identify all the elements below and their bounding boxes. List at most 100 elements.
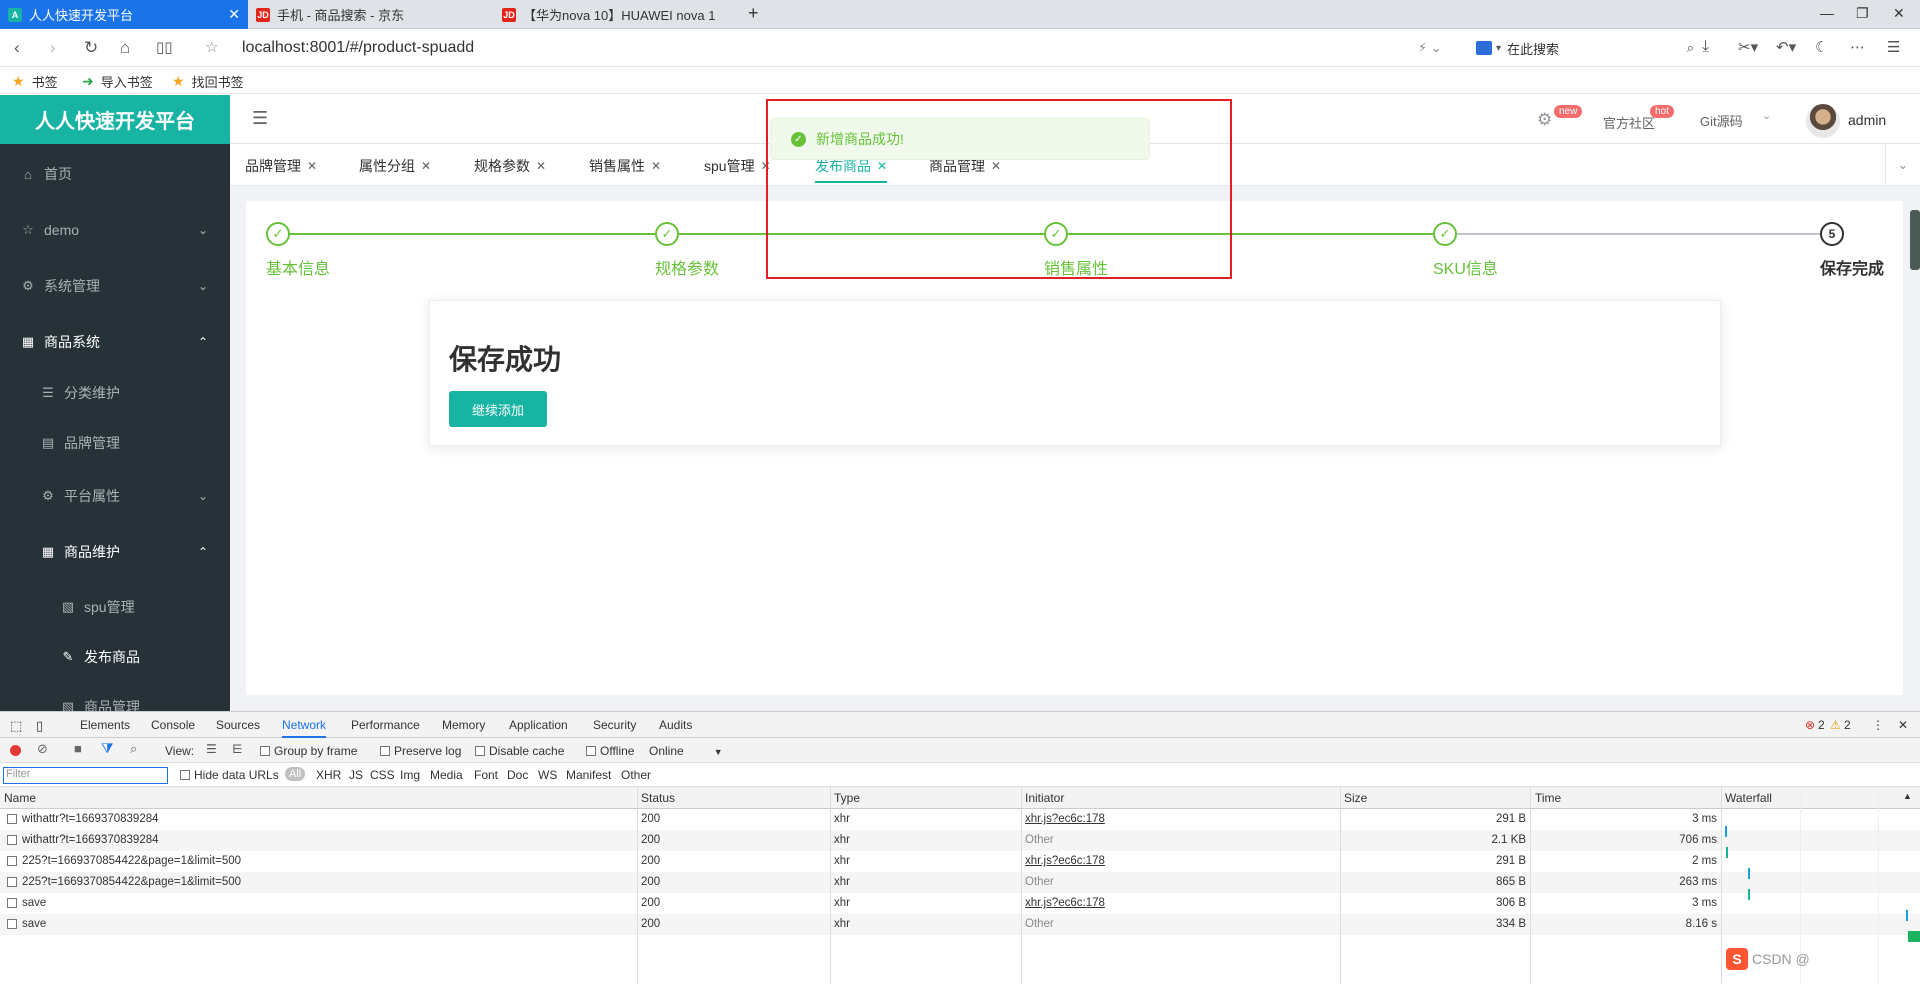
home-icon[interactable]: ⌂ [120, 38, 130, 58]
close-icon[interactable]: ✕ [421, 159, 431, 173]
more-vert-icon[interactable]: ⋮ [1872, 718, 1884, 732]
clear-icon[interactable]: ⊘ [37, 741, 48, 757]
table-row[interactable]: 225?t=1669370854422&page=1&limit=500 200 x… [0, 851, 1920, 872]
filter-ws[interactable]: WS [538, 768, 557, 782]
username[interactable]: admin [1848, 112, 1886, 128]
sidebar-item-category[interactable]: ☰ 分类维护 [0, 368, 230, 418]
close-tab-icon[interactable]: ✕ [228, 6, 240, 23]
preserve-log-checkbox[interactable]: Preserve log [380, 744, 461, 758]
more-icon[interactable]: ⋯ [1850, 38, 1865, 56]
scissors-icon[interactable]: ✂▾ [1738, 38, 1758, 56]
browser-search-box[interactable]: ▾ 在此搜索 ⌕ [1476, 37, 1694, 59]
night-mode-icon[interactable]: ☾ [1815, 38, 1828, 56]
filter-xhr[interactable]: XHR [316, 768, 341, 782]
col-time[interactable]: Time [1535, 791, 1561, 805]
cell-initiator[interactable]: xhr.js?ec6c:178 [1025, 855, 1105, 867]
tab-sources[interactable]: Sources [216, 718, 260, 732]
sidebar-item-spu[interactable]: ▧ spu管理 [0, 582, 230, 632]
table-row[interactable]: withattr?t=1669370839284 200 xhr Other 2.1 K… [0, 830, 1920, 851]
sidebar-item-product-maint[interactable]: ▦ 商品维护 ⌃ [0, 527, 230, 577]
tab-elements[interactable]: Elements [80, 718, 130, 732]
col-waterfall[interactable]: Waterfall [1725, 791, 1772, 805]
tab-performance[interactable]: Performance [351, 718, 420, 732]
col-name[interactable]: Name [4, 791, 36, 805]
filter-manifest[interactable]: Manifest [566, 768, 611, 782]
filter-icon[interactable]: ⧩ [101, 740, 114, 757]
offline-checkbox[interactable]: Offline [586, 744, 634, 758]
list-view-icon[interactable]: ☰ [206, 742, 217, 756]
inspect-icon[interactable]: ⬚ [10, 718, 22, 734]
close-devtools-icon[interactable]: ✕ [1898, 718, 1908, 732]
bookmark-item[interactable]: ➜ 导入书签 [82, 72, 153, 91]
filter-font[interactable]: Font [474, 768, 498, 782]
hide-data-urls-checkbox[interactable]: Hide data URLs [180, 768, 279, 782]
sort-up-icon[interactable]: ▲ [1903, 791, 1912, 801]
sidebar-item-product-system[interactable]: ▦ 商品系统 ⌃ [0, 317, 230, 367]
tab-spec[interactable]: 规格参数 ✕ [474, 156, 546, 176]
waterfall-view-icon[interactable]: ⋿ [232, 742, 242, 756]
browser-tab-jd-search[interactable]: JD 手机 - 商品搜索 - 京东 [248, 0, 494, 29]
continue-add-button[interactable]: 继续添加 [449, 391, 547, 427]
tab-memory[interactable]: Memory [442, 718, 485, 732]
filter-doc[interactable]: Doc [507, 768, 528, 782]
url-input[interactable]: localhost:8001/#/product-spuadd [242, 39, 474, 57]
filter-other[interactable]: Other [621, 768, 651, 782]
filter-img[interactable]: Img [400, 768, 420, 782]
tab-network[interactable]: Network [282, 718, 327, 738]
download-icon[interactable]: ⤓ [1702, 38, 1709, 56]
bookmark-item[interactable]: ★ 书签 [12, 72, 58, 91]
close-window-icon[interactable]: ✕ [1893, 5, 1905, 22]
tabs-menu-chevron-icon[interactable]: ⌄ [1885, 144, 1920, 186]
tab-spu[interactable]: spu管理 ✕ [704, 156, 771, 176]
tab-attr-group[interactable]: 属性分组 ✕ [359, 156, 431, 176]
sidebar-item-platform-attr[interactable]: ⚙ 平台属性 ⌄ [0, 471, 230, 521]
browser-tab-huawei[interactable]: JD 【华为nova 10】HUAWEI nova 1 [494, 0, 740, 29]
record-icon[interactable] [10, 745, 21, 756]
git-link[interactable]: Git源码 [1700, 111, 1743, 130]
filter-input[interactable]: Filter [3, 767, 168, 784]
sidebar-item-publish[interactable]: ✎ 发布商品 [0, 632, 230, 682]
error-icon[interactable]: ⊗ [1805, 718, 1815, 732]
throttle-select[interactable]: Online ▼ [649, 744, 723, 758]
table-row[interactable]: 225?t=1669370854422&page=1&limit=500 200 x… [0, 872, 1920, 893]
close-icon[interactable]: ✕ [651, 159, 661, 173]
forward-icon[interactable]: › [50, 38, 56, 58]
filter-media[interactable]: Media [430, 768, 463, 782]
sidebar-item-goods[interactable]: ▧ 商品管理 [0, 682, 230, 711]
table-row[interactable]: save 200 xhr Other 334 B 8.16 s [0, 914, 1920, 935]
cell-initiator[interactable]: xhr.js?ec6c:178 [1025, 813, 1105, 825]
tab-brand[interactable]: 品牌管理 ✕ [245, 156, 317, 176]
tab-application[interactable]: Application [509, 718, 568, 732]
bookmark-star-icon[interactable]: ☆ [205, 38, 218, 56]
filter-css[interactable]: CSS [370, 768, 395, 782]
sidebar-item-home[interactable]: ⌂ 首页 [0, 149, 230, 199]
restore-icon[interactable]: ❐ [1856, 5, 1869, 22]
tab-security[interactable]: Security [593, 718, 636, 732]
back-icon[interactable]: ‹ [14, 38, 20, 58]
sidebar-item-brand[interactable]: ▤ 品牌管理 [0, 418, 230, 468]
warning-icon[interactable]: ⚠ [1830, 718, 1841, 732]
camera-icon[interactable]: ■ [74, 741, 82, 756]
table-row[interactable]: save 200 xhr xhr.js?ec6c:178 306 B 3 ms [0, 893, 1920, 914]
sidebar-item-system[interactable]: ⚙ 系统管理 ⌄ [0, 261, 230, 311]
close-icon[interactable]: ✕ [536, 159, 546, 173]
lightning-icon[interactable]: ⚡ ⌄ [1418, 40, 1442, 56]
browser-tab-active[interactable]: A 人人快速开发平台 ✕ [0, 0, 248, 29]
col-status[interactable]: Status [641, 791, 675, 805]
search-icon[interactable]: ⌕ [130, 741, 137, 757]
bookmark-item[interactable]: ★ 找回书签 [172, 72, 244, 91]
col-initiator[interactable]: Initiator [1025, 791, 1064, 805]
close-icon[interactable]: ✕ [307, 159, 317, 173]
undo-icon[interactable]: ↶▾ [1776, 38, 1796, 56]
search-icon[interactable]: ⌕ [1687, 40, 1694, 56]
device-icon[interactable]: ▯ [36, 718, 43, 734]
avatar[interactable] [1806, 104, 1840, 138]
minimize-icon[interactable]: — [1820, 5, 1834, 21]
filter-js[interactable]: JS [349, 768, 363, 782]
menu-icon[interactable]: ☰ [1887, 38, 1900, 56]
new-tab-icon[interactable]: + [748, 3, 759, 24]
cell-initiator[interactable]: xhr.js?ec6c:178 [1025, 897, 1105, 909]
hamburger-icon[interactable]: ☰ [252, 108, 268, 129]
sidebar-item-demo[interactable]: ☆ demo ⌄ [0, 205, 230, 255]
tab-audits[interactable]: Audits [659, 718, 692, 732]
